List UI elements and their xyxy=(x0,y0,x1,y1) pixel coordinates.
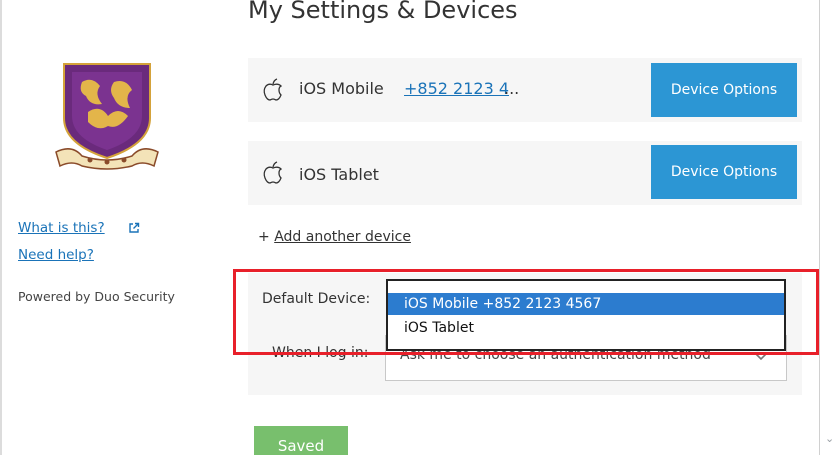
device-phone-link[interactable]: +852 2123 4 xyxy=(404,79,509,98)
add-device-row: + Add another device xyxy=(258,229,411,245)
scroll-down-icon[interactable]: ⌄ xyxy=(825,432,834,445)
what-is-this-link[interactable]: What is this? xyxy=(18,220,105,236)
device-row-ios-tablet: iOS Tablet Device Options xyxy=(248,141,802,205)
apple-icon xyxy=(263,161,283,184)
university-crest-icon xyxy=(55,63,159,170)
add-device-link[interactable]: Add another device xyxy=(274,229,411,245)
need-help-link[interactable]: Need help? xyxy=(18,247,94,263)
device-row-ios-mobile: iOS Mobile +852 2123 4 ... Device Option… xyxy=(248,58,802,122)
add-device-prefix: + xyxy=(258,229,275,245)
device-options-button[interactable]: Device Options xyxy=(651,145,797,199)
scrollbar-track[interactable] xyxy=(819,0,820,455)
external-link-icon[interactable] xyxy=(128,222,140,234)
highlight-annotation xyxy=(233,269,819,355)
saved-button[interactable]: Saved xyxy=(254,426,348,455)
powered-by-text: Powered by Duo Security xyxy=(18,289,175,304)
device-name: iOS Tablet xyxy=(299,165,379,184)
window-left-border xyxy=(0,0,2,455)
device-phone-ellipsis: ... xyxy=(504,79,520,98)
device-options-button[interactable]: Device Options xyxy=(651,63,797,117)
device-name: iOS Mobile xyxy=(299,79,384,98)
page-title: My Settings & Devices xyxy=(248,0,518,24)
apple-icon xyxy=(263,78,283,101)
